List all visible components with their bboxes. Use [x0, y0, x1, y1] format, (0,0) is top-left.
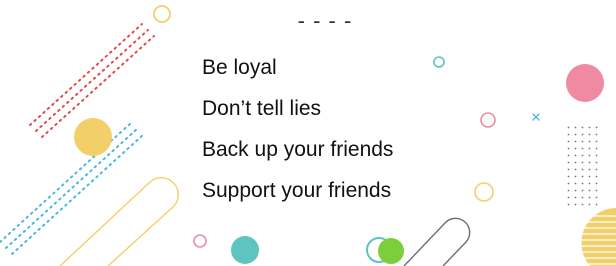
- pink-small-circle-outline-icon: [480, 112, 496, 128]
- slide-canvas: - - - - Be loyal Don’t tell lies Back up…: [0, 0, 616, 266]
- rule-item: Be loyal: [202, 56, 277, 79]
- yellow-pill-outline: [59, 177, 179, 266]
- yellow-striped-semicircle: [581, 208, 616, 266]
- yellow-circle-filled: [74, 118, 112, 156]
- yellow-small-circle-outline-icon: [474, 182, 494, 202]
- gray-diagonal-line-icon: [403, 217, 471, 266]
- pink-circle-outline-icon: [193, 234, 207, 248]
- blue-dot-stripe: [0, 121, 145, 255]
- yellow-circle-outline-icon: [153, 5, 171, 23]
- rule-item: Don’t tell lies: [202, 97, 322, 120]
- teal-circle-filled: [231, 236, 259, 264]
- rules-list: Be loyal Don’t tell lies Back up your fr…: [202, 54, 393, 218]
- teal-small-circle-outline-icon: [433, 56, 445, 68]
- rule-item: Back up your friends: [202, 138, 394, 161]
- dot-pattern-icon: [563, 122, 599, 208]
- rule-item: Support your friends: [202, 179, 392, 202]
- header-dashes: - - - -: [297, 8, 353, 33]
- green-circle-filled: [378, 238, 404, 264]
- plus-icon: [532, 113, 540, 121]
- pink-circle-filled: [566, 64, 604, 102]
